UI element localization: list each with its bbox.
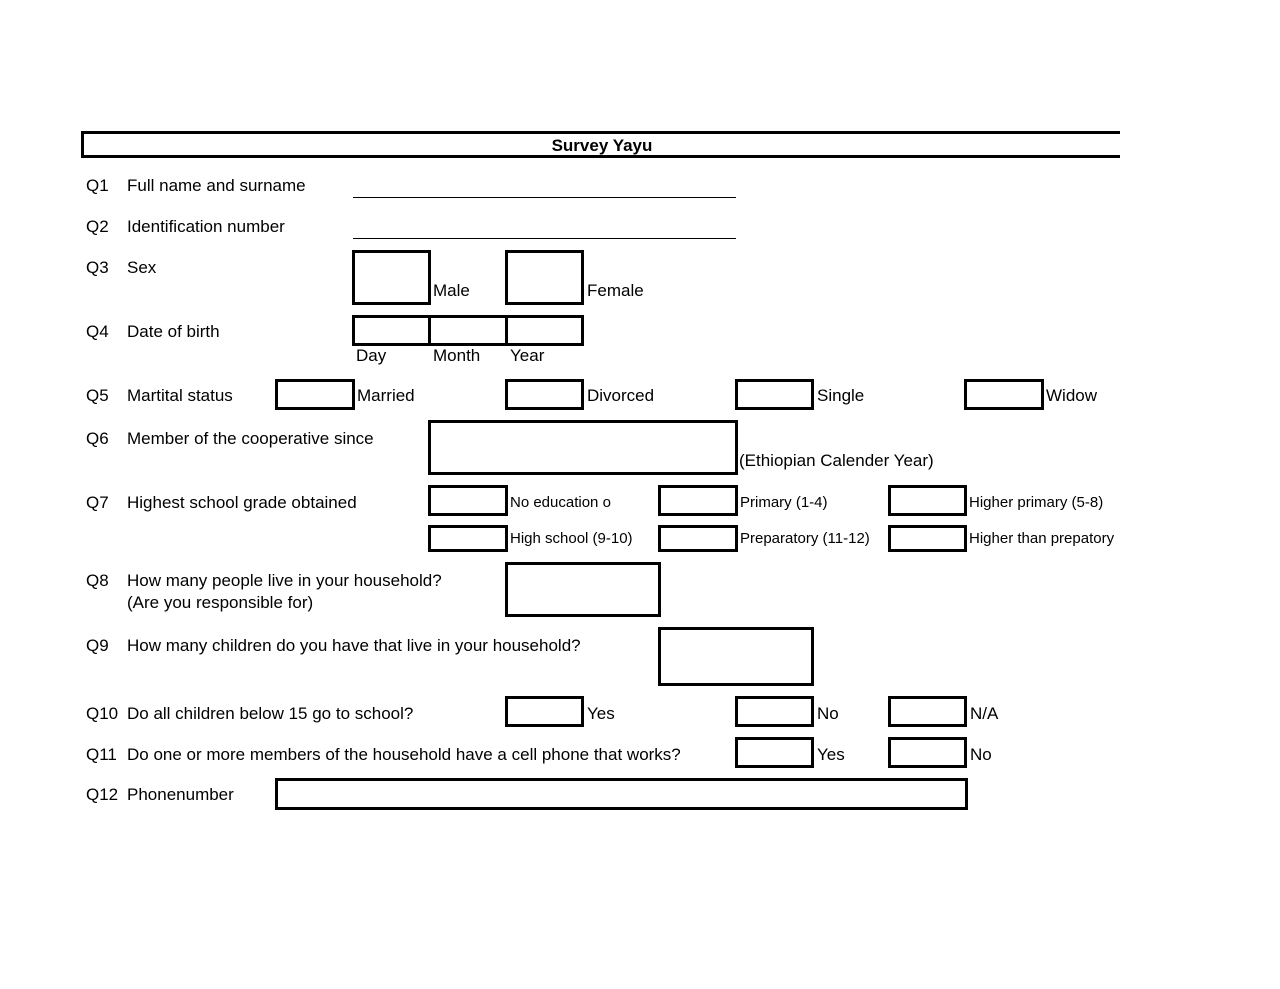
q10-number: Q10 (86, 704, 119, 723)
marital-widow-label: Widow (1046, 386, 1098, 405)
education-none-checkbox[interactable] (428, 485, 508, 516)
full-name-field[interactable] (353, 197, 736, 198)
dob-year-label: Year (510, 346, 545, 365)
q11-label: Do one or more members of the household … (127, 745, 681, 764)
marital-divorced-label: Divorced (587, 386, 655, 405)
q5-number: Q5 (86, 386, 109, 405)
sex-male-checkbox[interactable] (352, 250, 431, 305)
q7-label: Highest school grade obtained (127, 493, 357, 512)
children-count-field[interactable] (658, 627, 814, 686)
q12-label: Phonenumber (127, 785, 234, 804)
cooperative-since-field[interactable] (428, 420, 738, 475)
education-preparatory-checkbox[interactable] (658, 525, 738, 552)
cellphone-no-label: No (970, 745, 992, 764)
dob-year-field[interactable] (505, 315, 584, 346)
education-higher-than-preparatory-label: Higher than prepatory (969, 530, 1115, 547)
marital-widow-checkbox[interactable] (964, 379, 1044, 410)
marital-divorced-checkbox[interactable] (505, 379, 584, 410)
q8-sublabel: (Are you responsible for) (127, 593, 314, 612)
q5-label: Martital status (127, 386, 233, 405)
q3-label: Sex (127, 258, 157, 277)
cellphone-yes-label: Yes (817, 745, 845, 764)
education-higher-than-preparatory-checkbox[interactable] (888, 525, 967, 552)
school-yes-label: Yes (587, 704, 615, 723)
dob-day-field[interactable] (352, 315, 431, 346)
survey-title: Survey Yayu (551, 136, 653, 155)
dob-month-field[interactable] (428, 315, 508, 346)
education-high-school-checkbox[interactable] (428, 525, 508, 552)
sex-female-checkbox[interactable] (505, 250, 584, 305)
education-primary-label: Primary (1-4) (740, 494, 828, 511)
sex-male-label: Male (433, 281, 470, 300)
education-none-label: No education o (510, 494, 611, 511)
q11-number: Q11 (86, 745, 117, 764)
q6-number: Q6 (86, 429, 109, 448)
school-no-checkbox[interactable] (735, 696, 814, 727)
education-preparatory-label: Preparatory (11-12) (740, 530, 870, 547)
q7-number: Q7 (86, 493, 109, 512)
q8-number: Q8 (86, 571, 109, 590)
education-higher-primary-checkbox[interactable] (888, 485, 967, 516)
cellphone-no-checkbox[interactable] (888, 737, 967, 768)
school-no-label: No (817, 704, 839, 723)
cooperative-since-note: (Ethiopian Calender Year) (739, 451, 934, 470)
q3-number: Q3 (86, 258, 109, 277)
identification-number-field[interactable] (353, 238, 736, 239)
education-higher-primary-label: Higher primary (5-8) (969, 494, 1104, 511)
dob-month-label: Month (433, 346, 481, 365)
school-na-label: N/A (970, 704, 999, 723)
phone-number-field[interactable] (275, 778, 968, 810)
q2-label: Identification number (127, 217, 285, 236)
q12-number: Q12 (86, 785, 119, 804)
q10-label: Do all children below 15 go to school? (127, 704, 414, 723)
q1-label: Full name and surname (127, 176, 306, 195)
survey-title-bar: Survey Yayu (81, 131, 1120, 158)
household-size-field[interactable] (505, 562, 661, 617)
education-primary-checkbox[interactable] (658, 485, 738, 516)
sex-female-label: Female (587, 281, 644, 300)
cellphone-yes-checkbox[interactable] (735, 737, 814, 768)
q9-number: Q9 (86, 636, 109, 655)
dob-day-label: Day (356, 346, 387, 365)
q4-label: Date of birth (127, 322, 220, 341)
education-high-school-label: High school (9-10) (510, 530, 633, 547)
marital-single-label: Single (817, 386, 865, 405)
q6-label: Member of the cooperative since (127, 429, 374, 448)
q4-number: Q4 (86, 322, 109, 341)
marital-married-label: Married (357, 386, 415, 405)
q9-label: How many children do you have that live … (127, 636, 581, 655)
marital-married-checkbox[interactable] (275, 379, 355, 410)
school-yes-checkbox[interactable] (505, 696, 584, 727)
marital-single-checkbox[interactable] (735, 379, 814, 410)
q1-number: Q1 (86, 176, 109, 195)
school-na-checkbox[interactable] (888, 696, 967, 727)
q8-label: How many people live in your household? (127, 571, 442, 590)
q2-number: Q2 (86, 217, 109, 236)
